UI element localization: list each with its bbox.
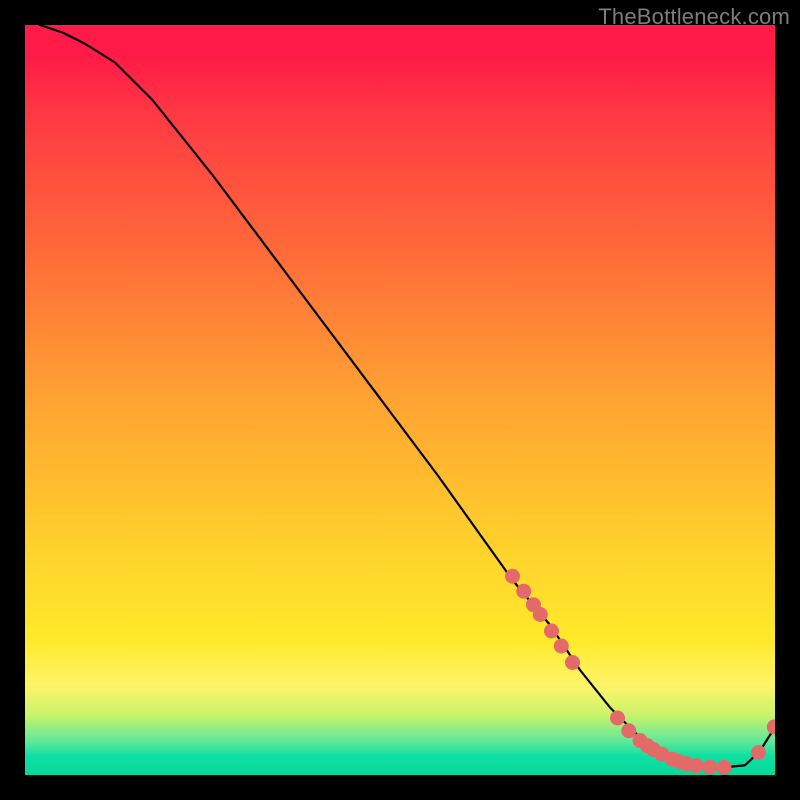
data-marker [689, 758, 704, 773]
plot-area [25, 25, 775, 775]
data-marker [544, 624, 559, 639]
data-marker [554, 639, 569, 654]
data-marker [767, 720, 775, 735]
data-marker [565, 655, 580, 670]
data-marker [717, 760, 732, 775]
data-marker [751, 745, 766, 760]
data-markers [505, 569, 775, 775]
bottleneck-curve [40, 25, 775, 768]
data-marker [533, 607, 548, 622]
data-marker [702, 760, 717, 775]
chart-svg [25, 25, 775, 775]
data-marker [516, 584, 531, 599]
data-marker [505, 569, 520, 584]
watermark-text: TheBottleneck.com [598, 4, 790, 30]
data-marker [610, 711, 625, 726]
chart-stage: TheBottleneck.com [0, 0, 800, 800]
